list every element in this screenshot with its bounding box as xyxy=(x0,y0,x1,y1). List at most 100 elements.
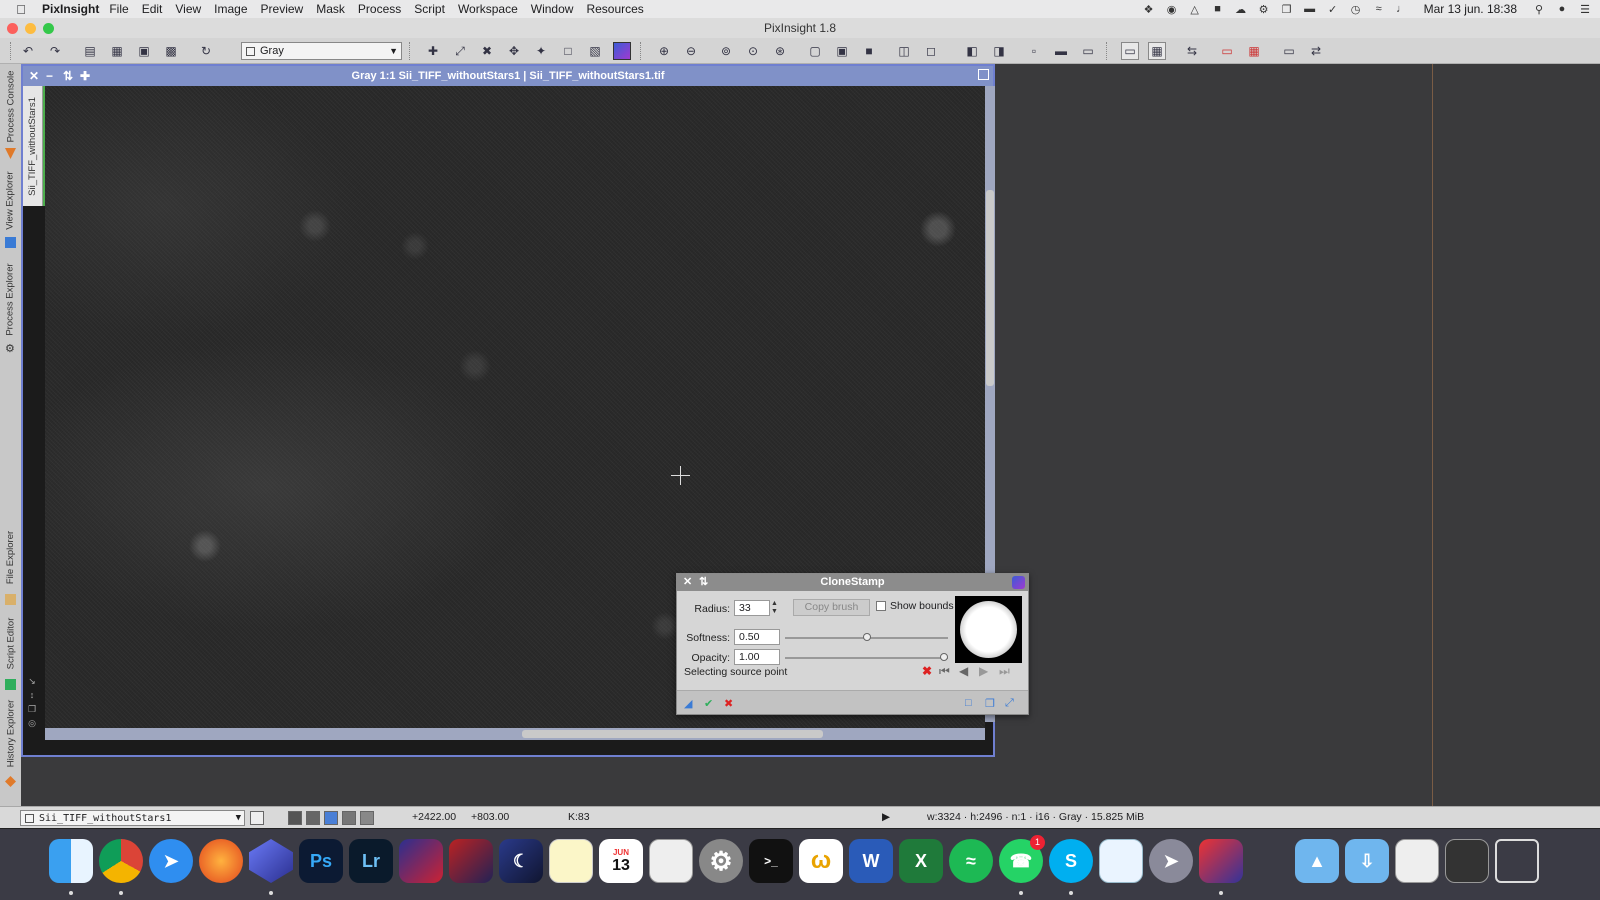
shade-icon[interactable]: ⇅ xyxy=(63,66,73,86)
menu-edit[interactable]: Edit xyxy=(142,2,163,16)
radius-stepper[interactable]: ▲ ▼ xyxy=(771,600,778,616)
shrink-icon[interactable]: ✖ xyxy=(478,42,496,60)
swatch-3[interactable] xyxy=(324,811,338,825)
minimize-window-button[interactable] xyxy=(25,23,36,34)
swatch-2[interactable] xyxy=(306,811,320,825)
process-icon[interactable] xyxy=(1012,576,1025,589)
softness-slider-knob[interactable] xyxy=(862,633,871,641)
volume-icon[interactable]: ♩ xyxy=(1395,3,1409,15)
status-view-select[interactable]: Sii_TIFF_withoutStars1 ▼ xyxy=(20,810,245,826)
first-icon[interactable]: ⏮ xyxy=(939,664,950,679)
safari-icon[interactable]: ➤ xyxy=(149,839,193,883)
zoom-2-1-icon[interactable]: ⊛ xyxy=(771,42,789,60)
calendar-icon[interactable]: JUN 13 xyxy=(599,839,643,883)
menu-resources[interactable]: Resources xyxy=(586,2,643,16)
arrow-icon[interactable]: ↘ xyxy=(27,676,37,686)
circle-icon[interactable]: ◎ xyxy=(27,718,37,728)
screen-2-icon[interactable]: ▦ xyxy=(1148,42,1166,60)
restore-icon[interactable] xyxy=(978,69,989,80)
horizontal-scroll-thumb[interactable] xyxy=(522,730,823,738)
browse-doc-icon[interactable]: □ xyxy=(965,697,972,709)
word-icon[interactable]: W xyxy=(849,839,893,883)
horizontal-scrollbar[interactable] xyxy=(45,728,985,740)
finder-icon[interactable] xyxy=(49,839,93,883)
app-tray-icon[interactable]: ■ xyxy=(1211,3,1225,15)
close-image-icon[interactable]: ▩ xyxy=(162,42,180,60)
preview-3-icon[interactable]: ■ xyxy=(860,42,878,60)
time-machine-icon[interactable]: ◷ xyxy=(1349,3,1363,16)
menu-workspace[interactable]: Workspace xyxy=(458,2,518,16)
new-instance-icon[interactable]: ◢ xyxy=(684,697,692,710)
move-icon[interactable]: ✚ xyxy=(424,42,442,60)
window-icon[interactable]: ◫ xyxy=(895,42,913,60)
app-10-icon[interactable]: ☾ xyxy=(499,839,543,883)
antenna-icon[interactable]: △ xyxy=(1188,3,1202,16)
close-icon[interactable]: ✕ xyxy=(683,574,692,591)
preview-icon[interactable]: ▢ xyxy=(806,42,824,60)
app-16-icon[interactable]: ω xyxy=(799,839,843,883)
mask-2-icon[interactable]: ▬ xyxy=(1052,42,1070,60)
target-icon[interactable]: ✦ xyxy=(532,42,550,60)
save-icon[interactable]: ▦ xyxy=(108,42,126,60)
clonestamp-titlebar[interactable]: ✕ ⇅ CloneStamp xyxy=(677,574,1028,591)
photoshop-icon[interactable]: Ps xyxy=(299,839,343,883)
preview-2-icon[interactable]: ▣ xyxy=(833,42,851,60)
skype-icon[interactable]: S xyxy=(1049,839,1093,883)
trash-icon[interactable] xyxy=(1495,839,1539,883)
menu-mask[interactable]: Mask xyxy=(316,2,345,16)
screen-7-icon[interactable]: ⇄ xyxy=(1307,42,1325,60)
app-24-icon[interactable] xyxy=(1199,839,1243,883)
radius-input[interactable]: 33 xyxy=(734,600,770,616)
zoom-in-icon[interactable]: ⊕ xyxy=(655,42,673,60)
creative-cloud-icon[interactable]: ◉ xyxy=(1165,3,1179,16)
tab-process-console[interactable]: Process Console xyxy=(2,66,19,146)
app-28-icon[interactable] xyxy=(1445,839,1489,883)
undo-icon[interactable]: ↶ xyxy=(19,42,37,60)
opacity-input[interactable]: 1.00 xyxy=(734,649,780,665)
calculator-icon[interactable] xyxy=(649,839,693,883)
lightroom-icon[interactable]: Lr xyxy=(349,839,393,883)
tab-script-editor[interactable]: Script Editor xyxy=(2,610,19,676)
mask-3-icon[interactable]: ▭ xyxy=(1079,42,1097,60)
spotlight-icon[interactable]: ⚲ xyxy=(1532,3,1546,16)
close-window-button[interactable] xyxy=(7,23,18,34)
menu-file[interactable]: File xyxy=(109,2,128,16)
swatch-4[interactable] xyxy=(342,811,356,825)
next-icon[interactable]: ▶ xyxy=(979,664,988,678)
expand-icon[interactable]: ↕ xyxy=(27,690,37,700)
swatch-1[interactable] xyxy=(288,811,302,825)
copy-icon[interactable]: ❐ xyxy=(1280,3,1294,16)
excel-icon[interactable]: X xyxy=(899,839,943,883)
screen-4-icon[interactable]: ▭ xyxy=(1218,42,1236,60)
dropbox-icon[interactable]: ❖ xyxy=(1142,3,1156,16)
copy-view-icon[interactable]: ❐ xyxy=(27,704,37,714)
rocket-icon[interactable]: ➤ xyxy=(1149,839,1193,883)
menu-script[interactable]: Script xyxy=(414,2,445,16)
opacity-slider-knob[interactable] xyxy=(940,653,948,661)
shade-icon[interactable]: ⇅ xyxy=(699,574,708,591)
terminal-icon[interactable]: >_ xyxy=(749,839,793,883)
screen-6-icon[interactable]: ▭ xyxy=(1280,42,1298,60)
previous-icon[interactable]: ◀ xyxy=(959,664,968,678)
app-22-icon[interactable] xyxy=(1099,839,1143,883)
readout-icon[interactable]: ▧ xyxy=(586,42,604,60)
fit-icon[interactable]: ⤢ xyxy=(451,42,469,60)
menu-process[interactable]: Process xyxy=(358,2,401,16)
color-mode-icon[interactable] xyxy=(613,42,631,60)
firefox-icon[interactable] xyxy=(199,839,243,883)
view-tab[interactable]: Sii_TIFF_withoutStars1 xyxy=(23,86,43,206)
view-toggle-icon[interactable] xyxy=(250,811,264,825)
copy-brush-button[interactable]: Copy brush xyxy=(793,599,870,616)
maximize-icon[interactable]: ✚ xyxy=(80,66,90,86)
pan-icon[interactable]: ✥ xyxy=(505,42,523,60)
duplicate-icon[interactable]: ▣ xyxy=(135,42,153,60)
mask-icon[interactable]: ▫ xyxy=(1025,42,1043,60)
delete-icon[interactable]: ✖ xyxy=(922,664,932,678)
downloads-folder-icon[interactable]: ⇩ xyxy=(1345,839,1389,883)
menu-window[interactable]: Window xyxy=(531,2,574,16)
cancel-icon[interactable]: ✖ xyxy=(724,697,733,710)
siri-icon[interactable]: ● xyxy=(1555,3,1569,15)
cloud-icon[interactable]: ☁ xyxy=(1234,3,1248,16)
close-icon[interactable]: ✕ xyxy=(29,66,39,86)
menu-view[interactable]: View xyxy=(175,2,201,16)
